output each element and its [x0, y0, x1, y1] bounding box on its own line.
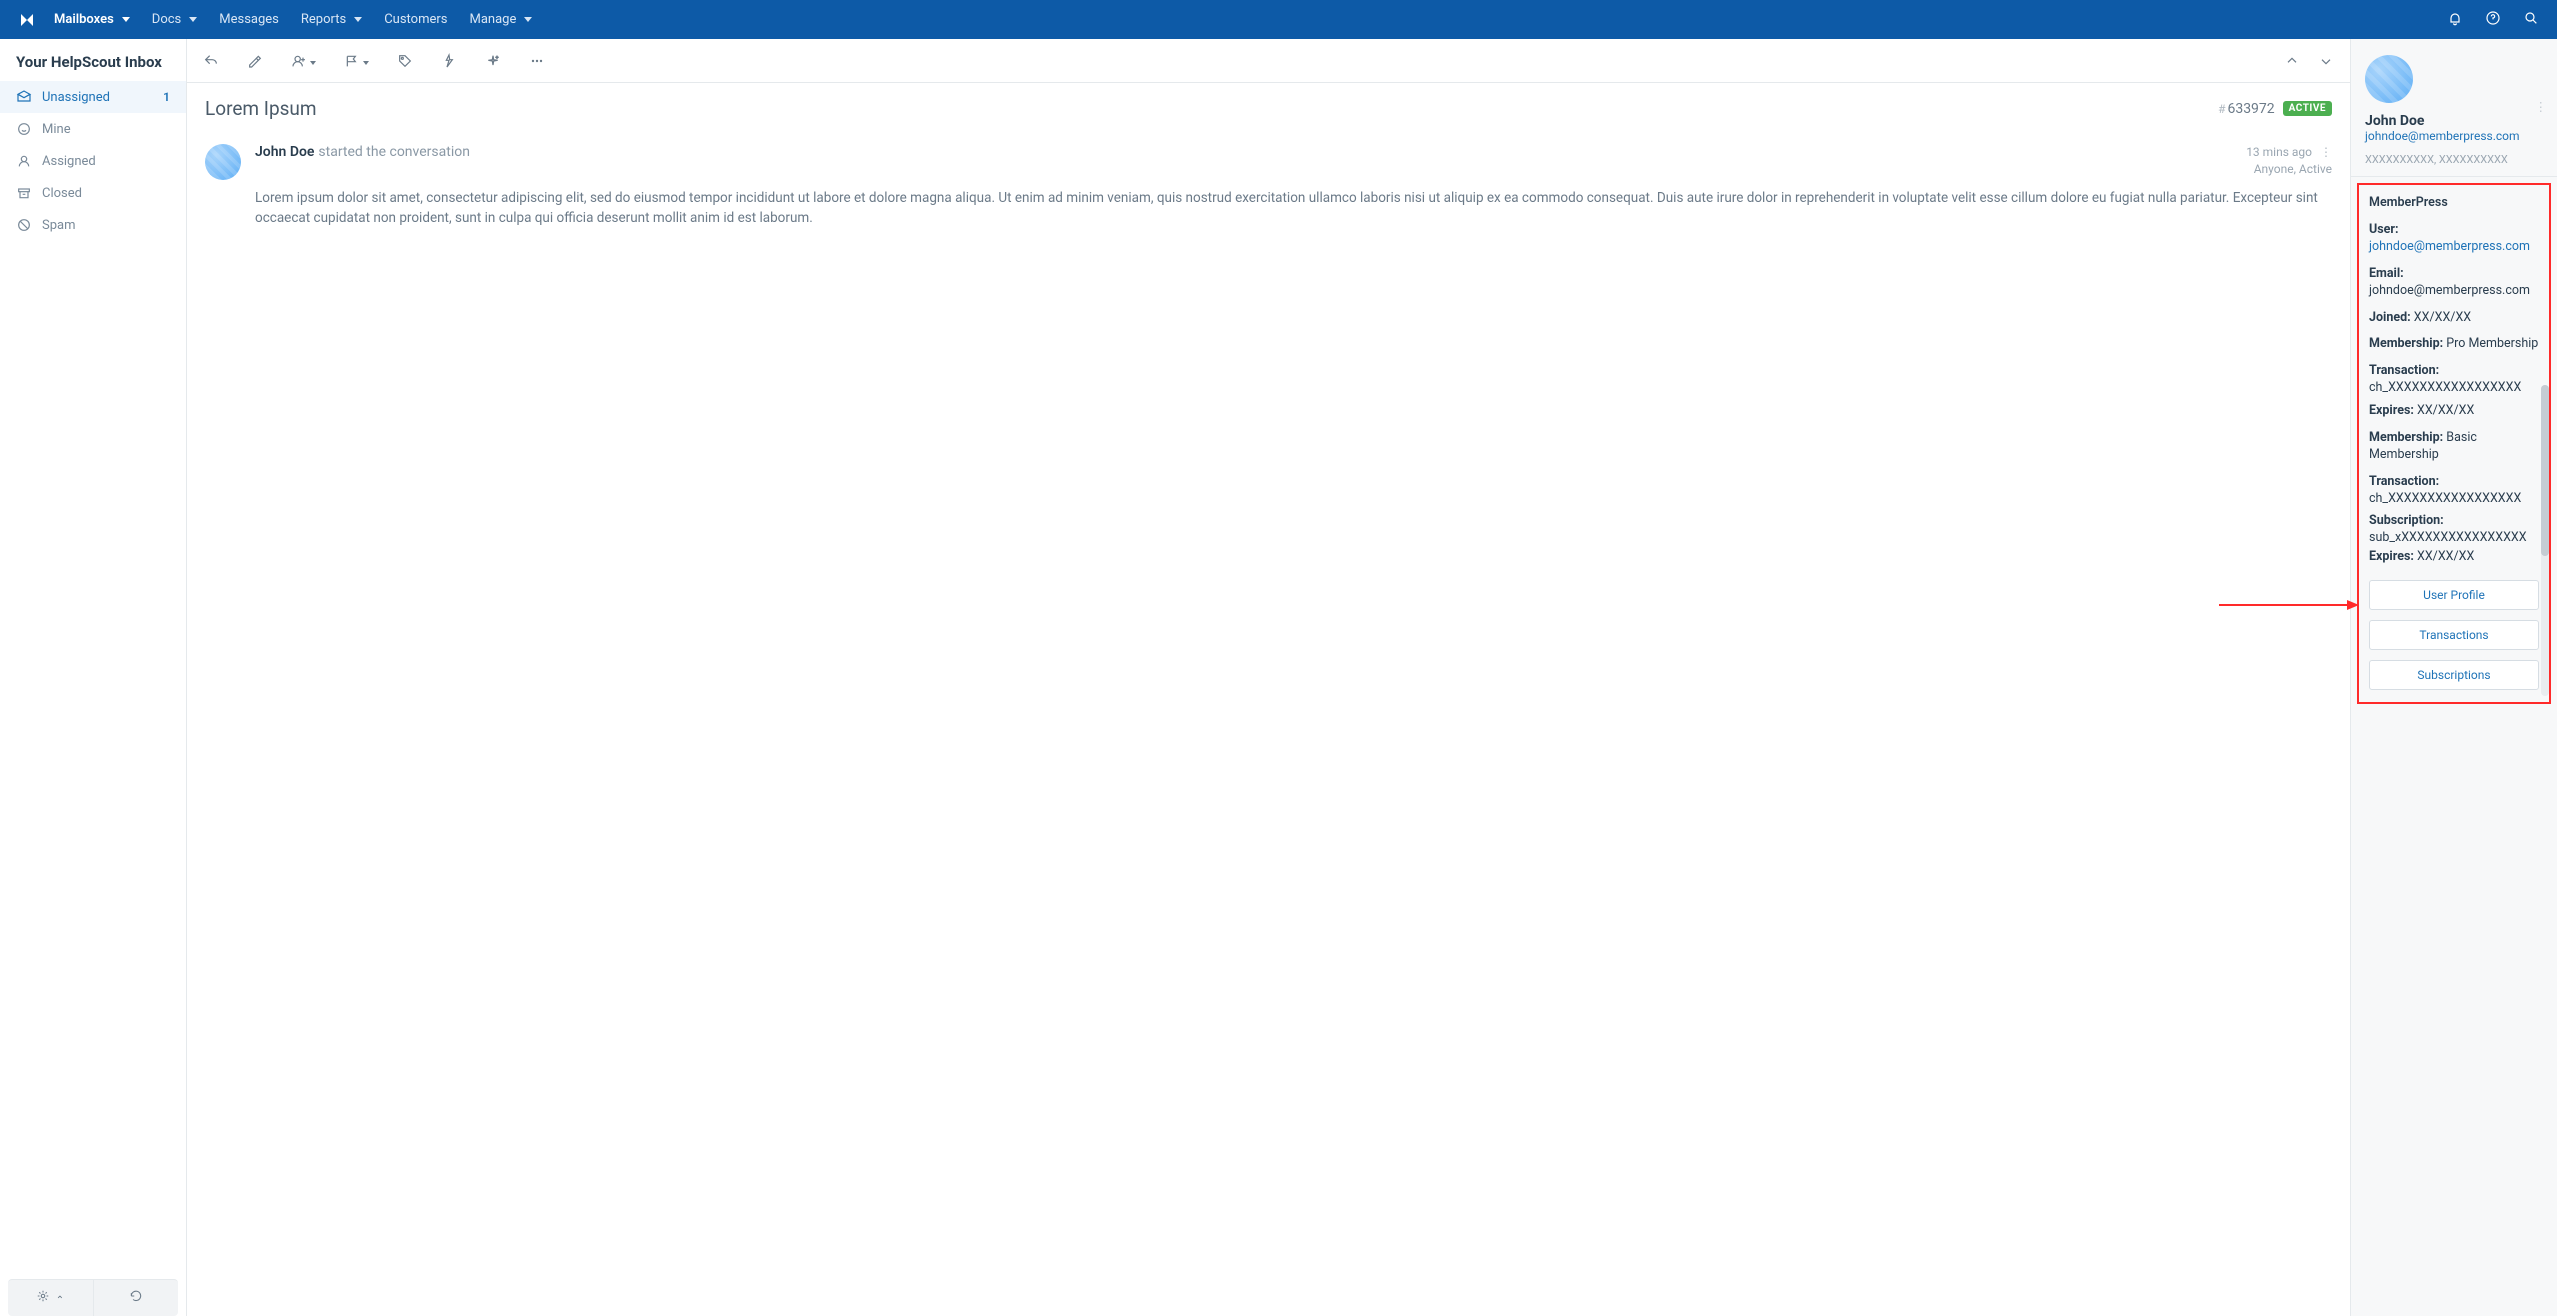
mp-subscription-label: Subscription: [2369, 513, 2444, 528]
mp-subscription-value: sub_xXXXXXXXXXXXXXXXX [2369, 530, 2539, 547]
smile-icon [16, 121, 32, 137]
top-nav-list: Mailboxes Docs Messages Reports Customer… [54, 12, 532, 27]
mp-email-label: Email: [2369, 266, 2404, 281]
mp-membership1-value: Pro Membership [2446, 336, 2538, 351]
folder-label: Mine [42, 122, 71, 137]
conversation-subject: Lorem Ipsum [205, 97, 317, 120]
mp-transaction2-value: ch_XXXXXXXXXXXXXXXXX [2369, 491, 2539, 508]
memberpress-panel: MemberPress User: johndoe@memberpress.co… [2357, 183, 2551, 704]
folder-closed[interactable]: Closed [0, 177, 186, 209]
mp-email-value: johndoe@memberpress.com [2369, 283, 2539, 300]
search-icon[interactable] [2523, 10, 2539, 30]
mp-transaction1-value: ch_XXXXXXXXXXXXXXXXX [2369, 380, 2539, 397]
next-conversation-button[interactable] [2314, 49, 2338, 73]
mp-transaction2-label: Transaction: [2369, 474, 2439, 489]
reply-button[interactable] [199, 49, 223, 73]
tag-button[interactable] [393, 49, 417, 73]
mp-membership2-label: Membership: [2369, 430, 2443, 445]
customer-profile: ⋮ John Doe johndoe@memberpress.com XXXXX… [2351, 39, 2557, 177]
helpscout-logo-icon[interactable] [18, 11, 36, 29]
customer-extra: XXXXXXXXXX, XXXXXXXXXX [2365, 153, 2543, 166]
message-body: Lorem ipsum dolor sit amet, consectetur … [255, 188, 2332, 229]
nav-reports[interactable]: Reports [301, 12, 362, 27]
sidebar-title: Your HelpScout Inbox [0, 39, 186, 81]
top-navbar: Mailboxes Docs Messages Reports Customer… [0, 0, 2557, 39]
refresh-button[interactable] [93, 1280, 179, 1316]
nav-docs[interactable]: Docs [152, 12, 197, 27]
scrollbar[interactable] [2541, 385, 2549, 696]
message-time: 13 mins ago [2246, 145, 2312, 159]
conversation-toolbar [187, 39, 2350, 83]
customer-sidebar: ⋮ John Doe johndoe@memberpress.com XXXXX… [2351, 39, 2557, 1316]
note-button[interactable] [243, 49, 267, 73]
folder-spam[interactable]: Spam [0, 209, 186, 241]
customer-options-icon[interactable]: ⋮ [2535, 99, 2548, 115]
conversation-number: #633972 [2218, 101, 2275, 117]
folder-label: Assigned [42, 154, 96, 169]
customer-name: John Doe [2365, 113, 2543, 129]
assign-button[interactable] [287, 49, 320, 73]
mp-expires1-value: XX/XX/XX [2417, 403, 2474, 418]
person-icon [16, 153, 32, 169]
author-avatar [205, 144, 241, 180]
user-profile-button[interactable]: User Profile [2369, 580, 2539, 610]
mp-expires2-label: Expires: [2369, 549, 2414, 564]
message-action: started the conversation [318, 144, 470, 160]
mp-user-link[interactable]: johndoe@memberpress.com [2369, 239, 2539, 256]
nav-manage[interactable]: Manage [470, 12, 533, 27]
archive-icon [16, 185, 32, 201]
transactions-button[interactable]: Transactions [2369, 620, 2539, 650]
folder-unassigned[interactable]: Unassigned 1 [0, 81, 186, 113]
subscriptions-button[interactable]: Subscriptions [2369, 660, 2539, 690]
nav-messages[interactable]: Messages [219, 12, 279, 27]
status-button[interactable] [340, 49, 373, 73]
inbox-open-icon [16, 89, 32, 105]
help-icon[interactable] [2485, 10, 2501, 30]
nav-customers[interactable]: Customers [384, 12, 447, 27]
mp-transaction1-label: Transaction: [2369, 363, 2439, 378]
mp-user-label: User: [2369, 222, 2399, 237]
mp-expires2-value: XX/XX/XX [2417, 549, 2474, 564]
folder-label: Unassigned [42, 90, 110, 105]
mp-joined-value: XX/XX/XX [2414, 310, 2471, 325]
folder-label: Spam [42, 218, 76, 233]
sidebar-footer: ⌃ [8, 1279, 178, 1316]
spam-icon [16, 217, 32, 233]
message-author: John Doe [255, 144, 314, 160]
ai-button[interactable] [481, 49, 505, 73]
conversation-panel: Lorem Ipsum #633972 ACTIVE John Doe star… [187, 39, 2351, 1316]
folder-assigned[interactable]: Assigned [0, 145, 186, 177]
folder-count: 1 [163, 90, 170, 104]
nav-mailboxes[interactable]: Mailboxes [54, 12, 130, 27]
sidebar: Your HelpScout Inbox Unassigned 1 Mine A… [0, 39, 187, 1316]
mp-joined-label: Joined: [2369, 310, 2411, 325]
annotation-arrow-icon [2219, 595, 2359, 619]
folder-label: Closed [42, 186, 82, 201]
memberpress-title: MemberPress [2369, 195, 2539, 210]
more-options-button[interactable] [525, 49, 549, 73]
folder-mine[interactable]: Mine [0, 113, 186, 145]
settings-button[interactable]: ⌃ [8, 1280, 93, 1316]
notifications-icon[interactable] [2447, 10, 2463, 30]
customer-email-link[interactable]: johndoe@memberpress.com [2365, 129, 2543, 143]
status-badge: ACTIVE [2283, 101, 2332, 116]
mp-expires1-label: Expires: [2369, 403, 2414, 418]
message-visibility: Anyone, Active [2246, 161, 2332, 178]
customer-avatar [2365, 55, 2413, 103]
mp-membership1-label: Membership: [2369, 336, 2443, 351]
thread-message: John Doe started the conversation 13 min… [205, 138, 2332, 228]
message-options-icon[interactable]: ⋮ [2320, 145, 2332, 159]
prev-conversation-button[interactable] [2280, 49, 2304, 73]
workflow-button[interactable] [437, 49, 461, 73]
